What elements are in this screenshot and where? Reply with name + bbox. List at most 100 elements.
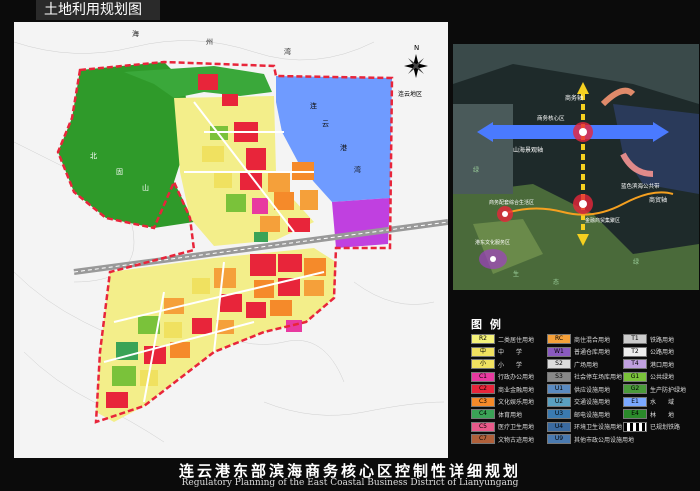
legend-item: G1 公共绿地	[623, 371, 675, 382]
legend-swatch: G2	[623, 384, 647, 394]
legend-label: 公共绿地	[650, 374, 675, 381]
footer-title-en: Regulatory Planning of the East Coastal …	[181, 478, 519, 488]
label-trade-axis: 商贸轴	[649, 196, 667, 204]
legend-swatch: S2	[547, 359, 571, 369]
legend-item: 中中 学	[471, 346, 523, 357]
legend-swatch: T4	[623, 359, 647, 369]
structure-diagram: 商务轴 商务核心区 山海景观轴 商贸轴 蓝色滨海公共带 商务配套综合生活区 金融…	[453, 44, 699, 290]
legend-label: 林 地	[650, 411, 675, 419]
legend-label: 商业金融用地	[498, 386, 535, 394]
legend-label: 商住混合用地	[574, 336, 611, 344]
label-sea2: 州	[206, 38, 213, 46]
legend-swatch: E1	[623, 396, 647, 407]
legend-item: RC 商住混合用地	[547, 334, 610, 344]
legend-item: G2 生产防护绿地	[623, 384, 686, 394]
legend-item: U2 交通设施用地	[547, 396, 610, 407]
legend-label: 环境卫生设施用地	[574, 424, 623, 431]
legend-label: 社会停车场库用地	[574, 374, 623, 381]
legend-label: 铁路用地	[650, 336, 675, 344]
legend-item: T1 铁路用地	[623, 334, 674, 344]
legend-item: S3 社会停车场库用地	[547, 371, 623, 382]
legend-item: U3 邮电设施用地	[547, 409, 610, 419]
land-use-map-svg: 海 州 湾 连 云 港 湾 北 固 山 N 连云地区	[13, 22, 449, 458]
legend-item: S2 广场用地	[547, 359, 598, 369]
legend-swatch: U3	[547, 409, 571, 419]
legend-item: C5 医疗卫生用地	[471, 421, 535, 432]
legend-swatch: U1	[547, 384, 571, 394]
label-state: 态	[553, 278, 559, 286]
legend-label: 体育用地	[498, 411, 523, 419]
label-eco2: 生	[513, 270, 519, 278]
legend-item: U1 供应设施用地	[547, 384, 610, 394]
legend-swatch: C7	[471, 434, 495, 444]
legend-swatch: T2	[623, 346, 647, 357]
legend-item: C4 体育用地	[471, 409, 522, 419]
legend-item: E4 林 地	[623, 409, 674, 419]
legend-item: C3 文化娱乐用地	[471, 396, 535, 407]
compass-n: N	[414, 44, 419, 52]
legend-label: 中 学	[498, 349, 523, 356]
label-finance-center: 金融商贸集聚区	[585, 217, 620, 224]
port-area	[332, 198, 390, 248]
structure-diagram-svg: 商务轴 商务核心区 山海景观轴 商贸轴 蓝色滨海公共带 商务配套综合生活区 金融…	[453, 44, 699, 290]
legend-swatch: C3	[471, 396, 495, 407]
legend-swatch: C1	[471, 371, 495, 382]
label-culture-center: 港东文化服务区	[475, 239, 510, 246]
legend-swatch: R2	[471, 334, 495, 344]
label-bay-bottom: 湾	[354, 165, 361, 174]
label-sea1: 海	[132, 29, 139, 38]
legend-label: 行政办公用地	[498, 374, 535, 381]
legend-item: E1 水 域	[623, 396, 674, 407]
label-blue-band: 蓝色滨海公共带	[621, 182, 660, 190]
legend-swatch: U2	[547, 396, 571, 407]
legend-title: 图 例	[471, 318, 503, 331]
location-label: 连云地区	[398, 90, 422, 98]
legend-swatch: E4	[623, 409, 647, 419]
legend-label: 二类居住用地	[498, 336, 535, 344]
label-bay-mid: 云	[322, 120, 329, 128]
legend-item: T2 公路用地	[623, 346, 675, 357]
legend-item: W1 普通仓库用地	[547, 346, 611, 357]
legend-label: 文化娱乐用地	[498, 399, 535, 406]
legend-swatch: 中	[471, 346, 495, 357]
legend-swatch: S3	[547, 371, 571, 382]
legend-label: 文物古迹用地	[498, 436, 535, 444]
page-title: 土地利用规划图	[36, 0, 160, 20]
legend-item: C7 文物古迹用地	[471, 434, 534, 444]
legend-item: C1 行政办公用地	[471, 371, 535, 382]
label-bay-low: 港	[340, 143, 347, 152]
legend-item: U9 其他市政公用设施用地	[547, 434, 634, 444]
label-hill1: 北	[90, 152, 97, 160]
legend-label: 生产防护绿地	[650, 386, 687, 394]
legend-swatch: U9	[547, 434, 571, 444]
legend-item: 小小 学	[471, 359, 522, 369]
legend: 图 例 R2 二类居住用地中中 学小小 学 C1 行政办公用地 C2 商业金融用地 C3 文化…	[453, 312, 699, 458]
legend-label: 供应设施用地	[574, 386, 611, 394]
legend-swatch: W1	[547, 346, 571, 357]
label-eco3: 绿	[633, 258, 639, 266]
legend-label: 小 学	[498, 361, 523, 369]
legend-item: U4 环境卫生设施用地	[547, 421, 623, 432]
land-use-map: 海 州 湾 连 云 港 湾 北 固 山 N 连云地区	[13, 22, 449, 458]
legend-label: 邮电设施用地	[574, 411, 611, 419]
legend-label: 港口用地	[650, 361, 675, 369]
label-sea3: 湾	[284, 47, 291, 56]
legend-label: 公路用地	[650, 349, 675, 356]
legend-swatch: C2	[471, 384, 495, 394]
legend-swatch	[623, 421, 647, 432]
legend-label: 普通仓库用地	[574, 349, 611, 356]
legend-swatch: RC	[547, 334, 571, 344]
legend-item: C2 商业金融用地	[471, 384, 534, 394]
legend-swatch: C4	[471, 409, 495, 419]
legend-swatch: T1	[623, 334, 647, 344]
legend-label: 其他市政公用设施用地	[574, 436, 635, 444]
legend-item: T4 港口用地	[623, 359, 674, 369]
label-green: 绿	[473, 166, 479, 174]
legend-item: R2 二类居住用地	[471, 334, 534, 344]
label-core: 商务核心区	[537, 114, 565, 122]
label-bay-top: 连	[310, 101, 317, 110]
legend-label: 医疗卫生用地	[498, 424, 535, 431]
legend-swatch: G1	[623, 371, 647, 382]
legend-label: 广场用地	[574, 361, 599, 369]
label-hill2: 固	[116, 168, 123, 176]
